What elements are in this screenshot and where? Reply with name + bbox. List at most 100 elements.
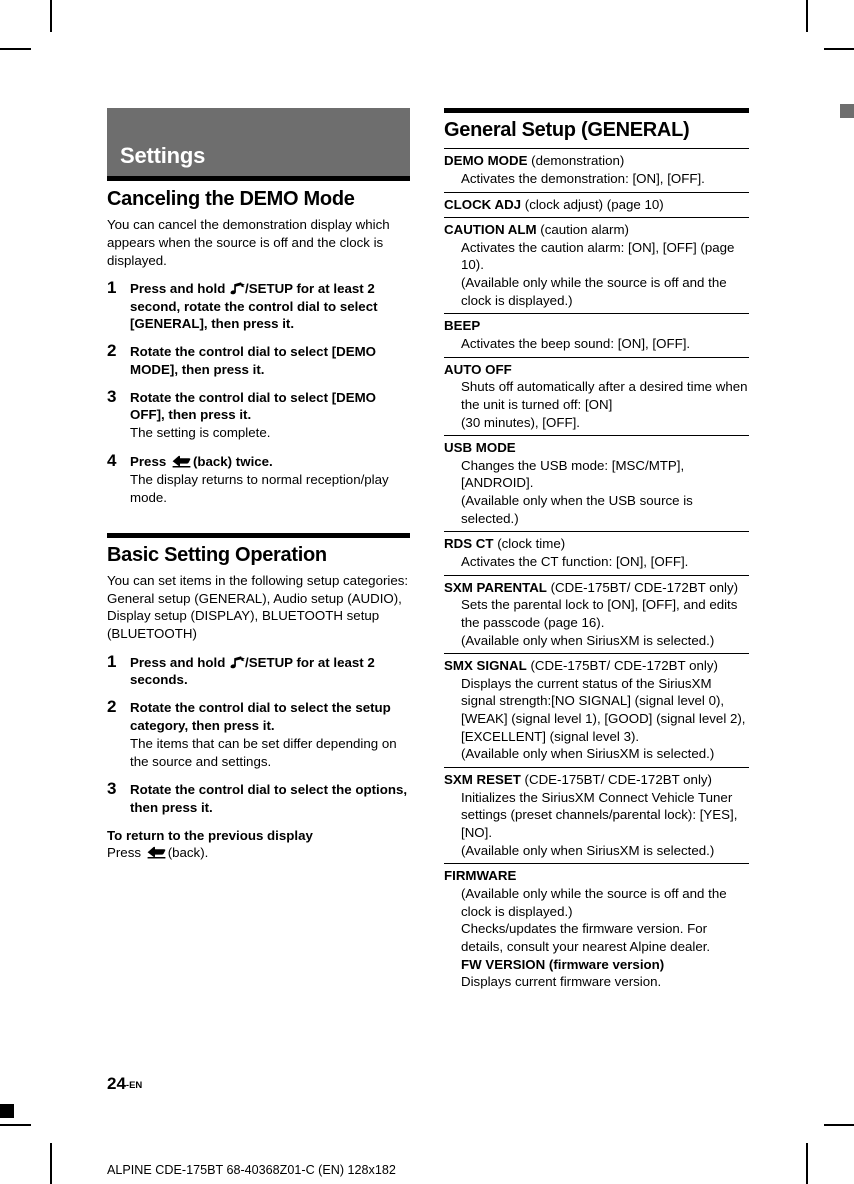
setup-note-icon <box>230 655 245 669</box>
step-number: 1 <box>107 278 117 298</box>
setting-entry: CAUTION ALM (caution alarm) Activates th… <box>444 217 749 313</box>
heading-basic-setting-operation: Basic Setting Operation <box>107 543 327 566</box>
step-note: The display returns to normal reception/… <box>130 472 389 505</box>
setting-entry: BEEP Activates the beep sound: [ON], [OF… <box>444 313 749 356</box>
manual-page: Settings Canceling the DEMO Mode You can… <box>0 0 854 1184</box>
step-item: 4 Press (back) twice. The display return… <box>107 451 410 507</box>
step-title: Press and hold /SETUP for at least 2 sec… <box>130 654 410 689</box>
setting-term-name: CAUTION ALM <box>444 222 537 238</box>
general-setup-settings-list: DEMO MODE (demonstration) Activates the … <box>444 148 749 995</box>
setting-term-suffix: (clock adjust) (page 10) <box>521 196 664 212</box>
setting-entry: AUTO OFF Shuts off automatically after a… <box>444 356 749 436</box>
page-folio: 24-EN <box>107 1074 142 1094</box>
step-title: Rotate the control dial to select the op… <box>130 782 408 815</box>
setting-availability-note: (Available only when SiriusXM is selecte… <box>461 632 715 648</box>
step-number: 3 <box>107 386 117 406</box>
basic-setting-intro-line2: General setup (GENERAL), Audio setup (AU… <box>107 590 402 642</box>
return-text-after-icon: (back). <box>167 844 209 860</box>
return-to-previous-display-line: Press (back). <box>107 844 410 862</box>
setting-term-name: SXM PARENTAL <box>444 579 547 595</box>
setting-availability-note: (Available only when SiriusXM is selecte… <box>461 842 715 858</box>
basic-setting-intro-line1: You can set items in the following setup… <box>107 573 409 589</box>
setting-term: CLOCK ADJ (clock adjust) (page 10) <box>444 196 749 214</box>
section-rule-basic-setting <box>107 532 410 538</box>
setting-term-name: FIRMWARE <box>444 868 517 884</box>
back-arrow-icon <box>147 846 166 859</box>
step-text-before-icon: Press and hold <box>130 281 230 297</box>
setting-term-suffix: (CDE-175BT/ CDE-172BT only) <box>546 579 739 595</box>
chapter-banner: Settings <box>107 108 410 176</box>
setting-entry: RDS CT (clock time) Activates the CT fun… <box>444 531 749 574</box>
setting-term: CAUTION ALM (caution alarm) <box>444 221 749 239</box>
setting-entry: SMX SIGNAL (CDE-175BT/ CDE-172BT only) D… <box>444 653 749 767</box>
setting-description: Changes the USB mode: [MSC/MTP], [ANDROI… <box>461 457 685 491</box>
step-item: 2 Rotate the control dial to select [DEM… <box>107 341 410 378</box>
step-number: 2 <box>107 697 117 717</box>
setting-term: SXM RESET (CDE-175BT/ CDE-172BT only) <box>444 771 749 789</box>
canceling-demo-steps: 1 Press and hold /SETUP for at least 2 s… <box>107 278 410 507</box>
setting-description: Activates the beep sound: [ON], [OFF]. <box>461 335 691 351</box>
step-number: 2 <box>107 341 117 361</box>
step-item: 3 Rotate the control dial to select the … <box>107 779 410 816</box>
setting-description: Checks/updates the firmware version. For… <box>461 921 711 954</box>
step-number: 1 <box>107 651 117 671</box>
setting-description: Sets the parental lock to [ON], [OFF], a… <box>461 597 738 630</box>
step-item: 2 Rotate the control dial to select the … <box>107 697 410 770</box>
setting-term: RDS CT (clock time) <box>444 535 749 553</box>
setting-term-name: CLOCK ADJ <box>444 196 522 212</box>
setting-entry: SXM PARENTAL (CDE-175BT/ CDE-172BT only)… <box>444 574 749 654</box>
setting-term: SXM PARENTAL (CDE-175BT/ CDE-172BT only) <box>444 579 749 597</box>
step-text-before-icon: Press <box>130 454 170 470</box>
heading-general-setup: General Setup (GENERAL) <box>444 119 690 141</box>
step-title: Press (back) twice. <box>130 453 410 470</box>
setting-availability-note: (Available only when the USB source is s… <box>461 493 693 526</box>
setting-term-name: AUTO OFF <box>444 361 512 377</box>
setting-subterm-description: Displays current firmware version. <box>461 974 662 990</box>
setting-description: Shuts off automatically after a desired … <box>461 379 748 412</box>
setting-description: Initializes the SiriusXM Connect Vehicle… <box>461 789 738 840</box>
setting-availability-note: (Available only while the source is off … <box>461 275 727 308</box>
step-title: Rotate the control dial to select [DEMO … <box>130 344 377 377</box>
setting-availability-note: (Available only while the source is off … <box>461 885 727 919</box>
setting-description: Activates the CT function: [ON], [OFF]. <box>461 553 689 569</box>
setting-term-name: SXM RESET <box>444 772 521 788</box>
heading-canceling-demo-mode: Canceling the DEMO Mode <box>107 188 355 210</box>
basic-setting-steps: 1 Press and hold /SETUP for at least 2 s… <box>107 651 410 816</box>
setting-term: SMX SIGNAL (CDE-175BT/ CDE-172BT only) <box>444 657 749 675</box>
step-item: 1 Press and hold /SETUP for at least 2 s… <box>107 278 410 332</box>
setting-term-name: SMX SIGNAL <box>444 658 527 674</box>
setting-term-suffix: (caution alarm) <box>536 222 629 238</box>
step-item: 3 Rotate the control dial to select [DEM… <box>107 386 410 442</box>
return-text-before-icon: Press <box>107 844 145 860</box>
setting-entry: FIRMWARE (Available only while the sourc… <box>444 863 749 995</box>
right-column: General Setup (GENERAL) DEMO MODE (demon… <box>444 108 749 995</box>
setting-term: BEEP <box>444 317 749 335</box>
step-title: Rotate the control dial to select the se… <box>130 700 391 733</box>
setting-term: DEMO MODE (demonstration) <box>444 152 749 170</box>
setting-term-name: USB MODE <box>444 440 516 456</box>
chapter-title: Settings <box>120 143 206 168</box>
left-column: Settings Canceling the DEMO Mode You can… <box>107 108 410 861</box>
chapter-banner-rule <box>107 176 410 181</box>
step-text-before-icon: Press and hold <box>130 654 230 670</box>
setting-subterm: FW VERSION (firmware version) <box>461 956 665 972</box>
step-title: Rotate the control dial to select [DEMO … <box>130 389 377 423</box>
setting-term-suffix: (CDE-175BT/ CDE-172BT only) <box>520 772 712 788</box>
setting-term: USB MODE <box>444 439 749 457</box>
print-job-caption: ALPINE CDE-175BT 68-40368Z01-C (EN) 128x… <box>107 1163 396 1177</box>
return-to-previous-display-heading: To return to the previous display <box>107 827 313 843</box>
folio-number: 24 <box>107 1074 126 1093</box>
setting-entry: SXM RESET (CDE-175BT/ CDE-172BT only) In… <box>444 767 749 863</box>
setup-note-icon <box>230 282 245 295</box>
setting-description-continued: (30 minutes), [OFF]. <box>461 414 580 430</box>
setting-term-name: RDS CT <box>444 536 494 552</box>
setting-term-suffix: (demonstration) <box>527 153 625 169</box>
step-item: 1 Press and hold /SETUP for at least 2 s… <box>107 651 410 689</box>
setting-term-name: BEEP <box>444 318 481 334</box>
setting-term-suffix: (clock time) <box>493 536 566 552</box>
step-note: The items that can be set differ dependi… <box>130 735 397 769</box>
back-arrow-icon <box>172 455 191 468</box>
setting-entry: DEMO MODE (demonstration) Activates the … <box>444 148 749 191</box>
step-number: 3 <box>107 779 117 799</box>
setting-description: Displays the current status of the Siriu… <box>461 675 746 744</box>
